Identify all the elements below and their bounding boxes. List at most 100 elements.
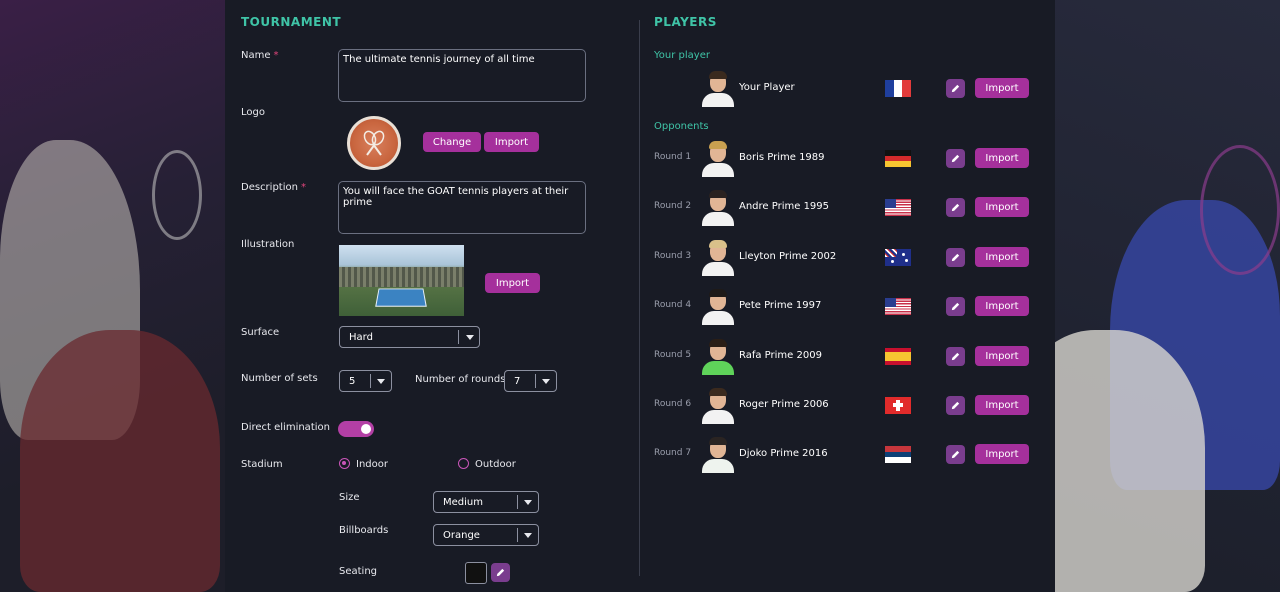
rackets-icon (363, 130, 385, 156)
import-player-button[interactable]: Import (975, 78, 1029, 98)
import-player-button[interactable]: Import (975, 444, 1029, 464)
player-avatar (700, 339, 736, 375)
avatar-hair (709, 437, 727, 445)
edit-player-button[interactable] (946, 198, 965, 217)
round-label: Round 6 (654, 399, 692, 409)
edit-seating-button[interactable] (491, 563, 510, 582)
france-flag-icon (885, 80, 911, 97)
rounds-value: 7 (514, 375, 521, 387)
stadium-label: Stadium (241, 459, 283, 470)
rounds-select[interactable]: 7 (504, 370, 557, 392)
your-player-label: Your player (654, 50, 710, 61)
avatar-hair (709, 339, 727, 347)
surface-label: Surface (241, 327, 280, 338)
name-label-text: Name (241, 50, 271, 61)
avatar-shirt (702, 212, 734, 226)
tournament-logo (347, 116, 401, 170)
usa-flag-icon (885, 298, 911, 315)
edit-player-button[interactable] (946, 149, 965, 168)
avatar-shirt (702, 361, 734, 375)
surface-select[interactable]: Hard (339, 326, 480, 348)
player-avatar (700, 289, 736, 325)
select-separator (458, 330, 459, 344)
players-heading: PLAYERS (654, 15, 717, 29)
pencil-icon (496, 568, 505, 577)
avatar-hair (709, 240, 727, 248)
round-label: Round 1 (654, 152, 692, 162)
toggle-knob (361, 424, 371, 434)
select-separator (535, 374, 536, 388)
edit-player-button[interactable] (946, 248, 965, 267)
player-name: Pete Prime 1997 (739, 300, 822, 311)
import-player-button[interactable]: Import (975, 346, 1029, 366)
name-label: Name * (241, 50, 279, 61)
direct-elimination-toggle[interactable] (338, 421, 374, 437)
description-label: Description * (241, 182, 306, 193)
player-avatar (700, 437, 736, 473)
indoor-radio[interactable] (339, 458, 350, 469)
sets-label: Number of sets (241, 373, 318, 384)
round-label: Round 7 (654, 448, 692, 458)
direct-elimination-label: Direct elimination (241, 422, 330, 433)
edit-player-button[interactable] (946, 347, 965, 366)
avatar-shirt (702, 262, 734, 276)
import-player-button[interactable]: Import (975, 148, 1029, 168)
avatar-hair (709, 141, 727, 149)
chevron-down-icon (542, 379, 550, 384)
seating-color-swatch[interactable] (465, 562, 487, 584)
billboards-label: Billboards (339, 525, 389, 536)
player-avatar (700, 141, 736, 177)
sets-select[interactable]: 5 (339, 370, 392, 392)
description-input[interactable]: You will face the GOAT tennis players at… (338, 181, 586, 234)
size-select[interactable]: Medium (433, 491, 539, 513)
outdoor-radio[interactable] (458, 458, 469, 469)
chevron-down-icon (524, 533, 532, 538)
surface-value: Hard (349, 331, 373, 343)
avatar-shirt (702, 311, 734, 325)
import-player-button[interactable]: Import (975, 247, 1029, 267)
avatar-hair (709, 388, 727, 396)
pencil-icon (951, 352, 960, 361)
chevron-down-icon (524, 500, 532, 505)
australia-flag-icon (885, 249, 911, 266)
import-player-button[interactable]: Import (975, 296, 1029, 316)
name-input[interactable]: The ultimate tennis journey of all time (338, 49, 586, 102)
import-logo-button[interactable]: Import (484, 132, 539, 152)
change-logo-button[interactable]: Change (423, 132, 481, 152)
import-player-button[interactable]: Import (975, 197, 1029, 217)
avatar-hair (709, 71, 727, 79)
opponents-label: Opponents (654, 121, 709, 132)
pencil-icon (951, 84, 960, 93)
import-player-button[interactable]: Import (975, 395, 1029, 415)
logo-label: Logo (241, 107, 265, 118)
outdoor-label: Outdoor (475, 459, 516, 470)
avatar-shirt (702, 93, 734, 107)
select-separator (517, 495, 518, 509)
required-marker: * (273, 50, 279, 61)
tournament-heading: TOURNAMENT (241, 15, 342, 29)
decor-racket-left (152, 150, 202, 240)
chevron-down-icon (377, 379, 385, 384)
player-avatar (700, 240, 736, 276)
pencil-icon (951, 302, 960, 311)
edit-player-button[interactable] (946, 445, 965, 464)
switzerland-flag-icon (885, 397, 911, 414)
player-name: Boris Prime 1989 (739, 152, 825, 163)
size-value: Medium (443, 496, 483, 508)
round-label: Round 2 (654, 201, 692, 211)
import-illustration-button[interactable]: Import (485, 273, 540, 293)
edit-player-button[interactable] (946, 297, 965, 316)
player-name: Your Player (739, 82, 795, 93)
chevron-down-icon (466, 335, 474, 340)
illustration-court (375, 288, 427, 307)
column-divider (639, 20, 640, 576)
avatar-shirt (702, 163, 734, 177)
player-name: Djoko Prime 2016 (739, 448, 828, 459)
pencil-icon (951, 203, 960, 212)
avatar-hair (709, 190, 727, 198)
pencil-icon (951, 253, 960, 262)
edit-player-button[interactable] (946, 79, 965, 98)
seating-label: Seating (339, 566, 378, 577)
billboards-select[interactable]: Orange (433, 524, 539, 546)
edit-player-button[interactable] (946, 396, 965, 415)
